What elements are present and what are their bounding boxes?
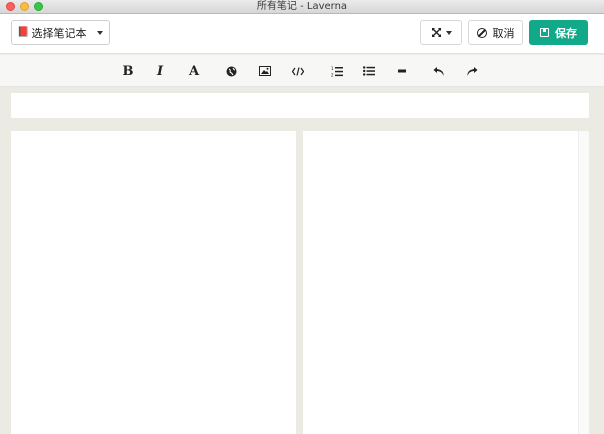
note-title-input[interactable] bbox=[11, 93, 589, 118]
bold-icon[interactable]: B bbox=[118, 62, 138, 80]
fullscreen-button[interactable] bbox=[420, 20, 462, 45]
redo-icon[interactable] bbox=[462, 62, 482, 80]
cancel-button[interactable]: 取消 bbox=[468, 20, 523, 45]
horizontal-rule-icon[interactable] bbox=[392, 62, 412, 80]
globe-link-icon[interactable] bbox=[221, 62, 241, 80]
chevron-down-icon bbox=[97, 31, 103, 35]
floppy-icon bbox=[540, 28, 549, 37]
image-icon[interactable] bbox=[255, 62, 275, 80]
ban-icon bbox=[476, 27, 487, 38]
cancel-button-label: 取消 bbox=[492, 26, 515, 40]
italic-icon[interactable]: I bbox=[150, 62, 170, 80]
svg-text:1: 1 bbox=[331, 66, 334, 71]
expand-icon bbox=[431, 28, 441, 37]
heading-icon[interactable]: A bbox=[184, 62, 204, 80]
close-window-icon[interactable] bbox=[6, 2, 15, 11]
notebook-select[interactable]: 📕 选择笔记本 bbox=[11, 20, 110, 45]
preview-pane bbox=[303, 131, 589, 434]
save-button[interactable]: 保存 bbox=[529, 20, 588, 45]
book-icon: 📕 bbox=[17, 27, 30, 38]
code-icon[interactable] bbox=[288, 62, 308, 80]
formatting-toolbar: B I A 12 bbox=[0, 55, 604, 87]
minimize-window-icon[interactable] bbox=[20, 2, 29, 11]
ordered-list-icon[interactable]: 12 bbox=[327, 62, 347, 80]
markdown-editor-pane[interactable] bbox=[11, 131, 296, 434]
undo-icon[interactable] bbox=[429, 62, 449, 80]
save-button-label: 保存 bbox=[555, 26, 577, 40]
editor-header: 📕 选择笔记本 取消 保存 bbox=[0, 14, 604, 54]
unordered-list-icon[interactable] bbox=[359, 62, 379, 80]
notebook-select-label: 选择笔记本 bbox=[31, 26, 87, 40]
window-title: 所有笔记 - Laverna bbox=[256, 1, 348, 12]
svg-text:2: 2 bbox=[331, 72, 334, 77]
zoom-window-icon[interactable] bbox=[34, 2, 43, 11]
window-titlebar: 所有笔记 - Laverna bbox=[0, 0, 604, 14]
traffic-lights bbox=[6, 2, 43, 11]
chevron-down-icon bbox=[445, 30, 452, 35]
preview-scrollbar[interactable] bbox=[578, 131, 589, 434]
